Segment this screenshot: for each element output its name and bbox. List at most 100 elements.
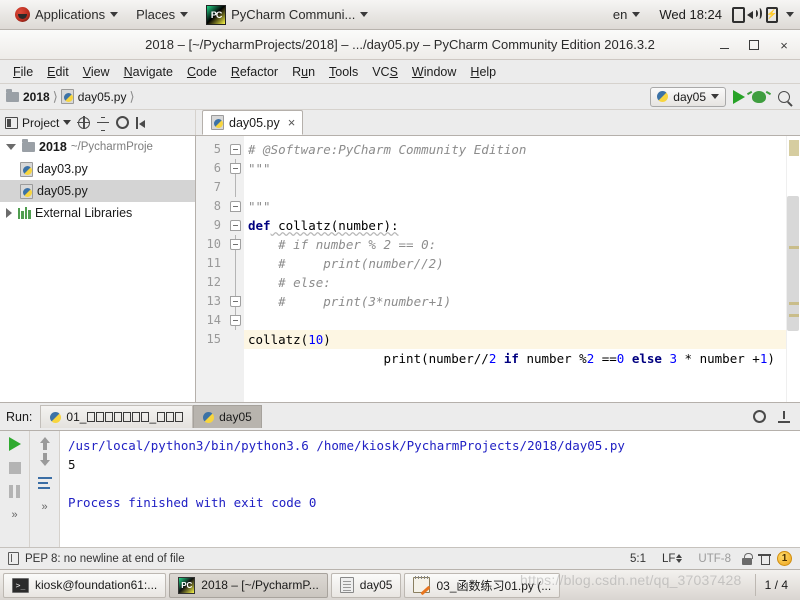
chevron-down-icon[interactable]: [786, 12, 794, 17]
console-output[interactable]: /usr/local/python3/bin/python3.6 /home/k…: [60, 431, 800, 547]
soft-wrap-icon[interactable]: [37, 477, 52, 490]
menu-tools[interactable]: Tools: [322, 61, 365, 83]
fold-marker[interactable]: [230, 239, 241, 250]
editor-body[interactable]: 5 6 7 8 9 10 11 12 13 14 15 # @Software:…: [196, 136, 800, 402]
project-tool-button[interactable]: Project: [5, 116, 72, 130]
intention-bulb-icon[interactable]: [292, 314, 303, 328]
expand-icon[interactable]: »: [41, 501, 47, 513]
collapse-all-icon[interactable]: [97, 116, 110, 131]
warning-badge[interactable]: 1: [777, 551, 792, 566]
taskbar-item-day05[interactable]: day05: [330, 572, 402, 598]
line-number: 7: [213, 180, 221, 194]
folder-icon: [6, 88, 19, 102]
active-application-menu[interactable]: PyCharm Communi...: [197, 1, 377, 29]
project-window-icon: [5, 116, 18, 129]
volume-icon[interactable]: [747, 7, 764, 22]
fold-line: [235, 273, 236, 292]
terminal-icon: >_: [12, 577, 29, 593]
code-editor: 5 6 7 8 9 10 11 12 13 14 15 # @Software:…: [196, 136, 800, 402]
code-line-12[interactable]: # else:: [244, 273, 786, 292]
caret-position[interactable]: 5:1: [625, 553, 651, 565]
tree-node-day05[interactable]: day05.py: [0, 180, 195, 202]
run-configuration-selector[interactable]: day05: [650, 86, 726, 107]
gear-icon[interactable]: [116, 116, 130, 129]
line-separator[interactable]: LF: [657, 553, 687, 565]
code-folding-gutter[interactable]: [226, 136, 244, 402]
code-line-9[interactable]: def collatz(number):: [244, 216, 786, 235]
navigation-bar: 2018 ⟩ day05.py ⟩ day05: [0, 84, 800, 110]
maximize-button[interactable]: [746, 37, 762, 53]
menu-view[interactable]: View: [76, 61, 117, 83]
fold-marker[interactable]: [230, 220, 241, 231]
code-line-7[interactable]: [244, 178, 786, 197]
run-icon[interactable]: [733, 89, 745, 104]
code-line-8[interactable]: """: [244, 197, 786, 216]
minimize-button[interactable]: [716, 37, 732, 53]
menu-navigate[interactable]: Navigate: [117, 61, 180, 83]
menu-help[interactable]: Help: [463, 61, 503, 83]
hide-panel-icon[interactable]: [136, 116, 148, 129]
editor-tab-day05[interactable]: day05.py ×: [202, 110, 304, 135]
workspace-switcher[interactable]: 1 / 4: [754, 574, 797, 596]
tree-node-external-libraries[interactable]: External Libraries: [0, 202, 195, 224]
menu-code[interactable]: Code: [180, 61, 224, 83]
menu-file[interactable]: File: [6, 61, 40, 83]
tree-node-day03[interactable]: day03.py: [0, 158, 195, 180]
taskbar-item-terminal[interactable]: >_ kiosk@foundation61:...: [3, 572, 167, 598]
code-line-6[interactable]: """: [244, 159, 786, 178]
code-line-14[interactable]: print(number//2 if number %2 ==0 else 3 …: [244, 311, 786, 366]
search-icon[interactable]: [778, 90, 790, 103]
run-tab-01[interactable]: 01_ _: [40, 405, 194, 428]
rerun-icon[interactable]: [8, 437, 21, 451]
applications-menu[interactable]: Applications: [6, 1, 127, 29]
taskbar-item-notepad[interactable]: 03_函数练习01.py (...: [404, 572, 561, 598]
debug-icon[interactable]: [752, 90, 766, 103]
code-line-13[interactable]: # print(3*number+1): [244, 292, 786, 311]
file-encoding[interactable]: UTF-8: [693, 553, 736, 565]
hector-inspection-icon[interactable]: [758, 552, 771, 565]
close-button[interactable]: ×: [776, 37, 792, 53]
places-menu[interactable]: Places: [127, 1, 197, 29]
menu-run[interactable]: Run: [285, 61, 322, 83]
close-icon[interactable]: ×: [288, 115, 296, 130]
code-line-10[interactable]: # if number % 2 == 0:: [244, 235, 786, 254]
fold-marker[interactable]: [230, 296, 241, 307]
code-line-11[interactable]: # print(number//2): [244, 254, 786, 273]
fold-marker[interactable]: [230, 144, 241, 155]
stop-icon[interactable]: [8, 462, 21, 474]
code-token: number %: [518, 351, 587, 366]
clock[interactable]: Wed 18:24: [651, 7, 730, 22]
menu-refactor[interactable]: Refactor: [224, 61, 285, 83]
run-tab-day05[interactable]: day05: [193, 405, 262, 428]
tree-node-project-root[interactable]: 2018 ~/PycharmProje: [0, 136, 195, 158]
scroll-from-source-icon[interactable]: [77, 115, 91, 129]
expand-icon[interactable]: »: [11, 509, 17, 521]
scroll-down-icon[interactable]: [39, 453, 50, 466]
menu-window[interactable]: Window: [405, 61, 463, 83]
inspection-icon[interactable]: [8, 552, 19, 565]
chevron-down-icon[interactable]: [6, 144, 16, 150]
menu-vcs[interactable]: VCS: [365, 61, 405, 83]
chevron-right-icon[interactable]: [6, 208, 12, 218]
editor-scrollbar-thumb[interactable]: [787, 196, 799, 331]
scroll-up-icon[interactable]: [39, 437, 50, 450]
code-line-5[interactable]: # @Software:PyCharm Community Edition: [244, 140, 786, 159]
run-console-area: » » /usr/local/python3/bin/python3.6 /ho…: [0, 430, 800, 547]
fold-marker[interactable]: [230, 315, 241, 326]
pin-icon[interactable]: [778, 410, 790, 423]
gear-icon[interactable]: [753, 410, 766, 423]
keyboard-layout-indicator[interactable]: en: [604, 1, 649, 29]
pause-icon[interactable]: [9, 485, 20, 498]
breadcrumb-project[interactable]: 2018: [6, 88, 50, 104]
taskbar-item-pycharm[interactable]: PC 2018 – [~/PycharmP...: [169, 572, 328, 598]
display-icon[interactable]: [732, 6, 745, 23]
fold-marker[interactable]: [230, 163, 241, 174]
code-text-area[interactable]: # @Software:PyCharm Community Edition ""…: [244, 136, 786, 402]
menu-edit[interactable]: Edit: [40, 61, 76, 83]
editor-marker-bar[interactable]: [786, 136, 800, 402]
breadcrumb-file[interactable]: day05.py: [60, 89, 126, 104]
code-comment: # print(3*number+1): [248, 294, 452, 309]
lock-icon[interactable]: [742, 552, 753, 565]
fold-marker[interactable]: [230, 201, 241, 212]
battery-icon[interactable]: [766, 6, 778, 23]
